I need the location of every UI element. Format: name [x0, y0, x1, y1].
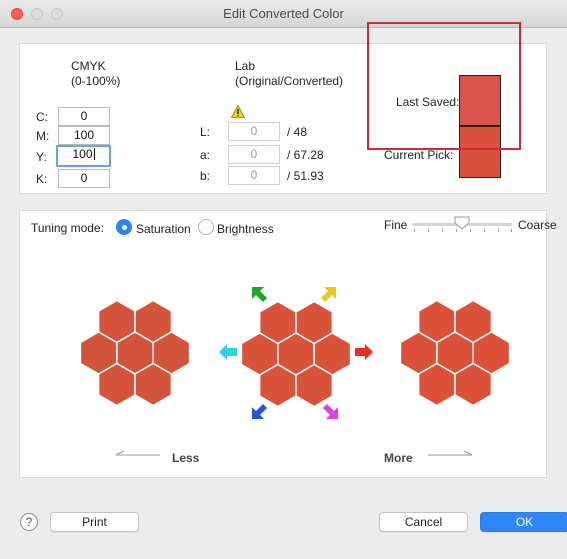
slider-thumb[interactable]: [454, 216, 470, 230]
more-arrow-icon: [428, 450, 473, 456]
slider-tick: [484, 229, 485, 232]
slider-tick: [414, 229, 415, 232]
brightness-label[interactable]: Brightness: [217, 222, 274, 236]
less-label: Less: [172, 451, 200, 465]
help-button[interactable]: ?: [20, 513, 38, 531]
shift-right-arrow-icon[interactable]: [355, 344, 373, 360]
title-bar: Edit Converted Color: [0, 0, 567, 28]
lab-a-original: / 67.28: [287, 148, 324, 162]
lab-b-field[interactable]: 0: [228, 166, 280, 185]
text-caret: [93, 148, 95, 160]
lab-b-label: b:: [200, 169, 211, 183]
slider-tick: [442, 229, 443, 232]
yellow-label: Y:: [36, 150, 47, 164]
shift-down-right-arrow-icon[interactable]: [320, 401, 340, 421]
warning-icon: [230, 104, 246, 118]
shift-left-arrow-icon[interactable]: [219, 344, 237, 360]
cyan-field[interactable]: 0: [58, 107, 110, 126]
cmyk-header: CMYK: [71, 59, 106, 73]
fine-label: Fine: [384, 218, 408, 232]
more-saturation-swatch-cluster[interactable]: [395, 293, 515, 413]
lab-header: Lab: [235, 59, 256, 73]
saturation-label[interactable]: Saturation: [136, 222, 191, 236]
current-pick-swatch: [459, 126, 501, 178]
last-saved-swatch: [459, 75, 501, 126]
lab-a-label: a:: [200, 148, 211, 162]
black-label: K:: [36, 172, 48, 186]
lab-l-label: L:: [200, 125, 211, 139]
lab-subheader: (Original/Converted): [235, 74, 344, 88]
slider-tick: [511, 229, 512, 232]
lab-l-original: / 48: [287, 125, 308, 139]
ok-button[interactable]: OK: [480, 512, 567, 532]
shift-up-right-arrow-icon[interactable]: [318, 285, 338, 305]
cyan-label: C:: [36, 110, 48, 124]
yellow-field[interactable]: 100: [56, 145, 111, 167]
last-saved-label: Last Saved:: [396, 95, 460, 109]
lab-b-original: / 51.93: [287, 169, 324, 183]
current-swatch-cluster[interactable]: [236, 294, 356, 414]
magenta-field[interactable]: 100: [58, 126, 110, 145]
more-label: More: [384, 451, 413, 465]
magenta-label: M:: [36, 129, 50, 143]
cmyk-subheader: (0-100%): [71, 74, 121, 88]
brightness-radio[interactable]: [198, 219, 214, 235]
less-arrow-icon: [115, 450, 160, 456]
window-title: Edit Converted Color: [223, 6, 344, 21]
current-pick-label: Current Pick:: [384, 148, 454, 162]
slider-tick: [428, 229, 429, 232]
coarse-label: Coarse: [518, 218, 557, 232]
shift-up-left-arrow-icon[interactable]: [250, 285, 270, 305]
less-saturation-swatch-cluster[interactable]: [75, 293, 195, 413]
yellow-value: 100: [72, 147, 93, 161]
tuning-mode-label: Tuning mode:: [31, 221, 104, 235]
print-button[interactable]: Print: [50, 512, 139, 532]
slider-tick: [470, 229, 471, 232]
cancel-button[interactable]: Cancel: [379, 512, 468, 532]
saturation-radio[interactable]: [116, 219, 132, 235]
lab-a-field[interactable]: 0: [228, 145, 280, 164]
shift-down-left-arrow-icon[interactable]: [250, 401, 270, 421]
black-field[interactable]: 0: [58, 169, 110, 188]
slider-tick: [498, 229, 499, 232]
lab-l-field[interactable]: 0: [228, 122, 280, 141]
